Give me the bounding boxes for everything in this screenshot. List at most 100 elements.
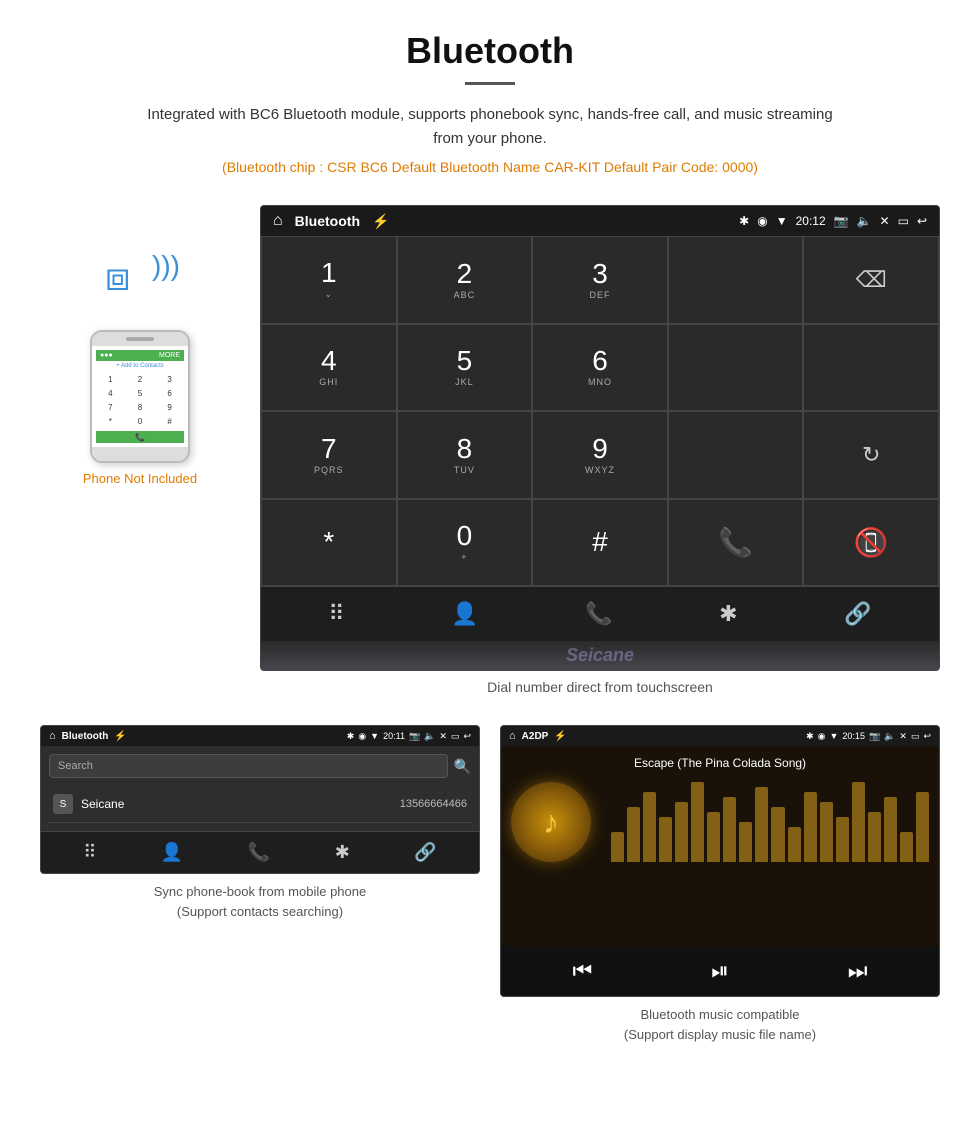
time-display: 20:12 (796, 214, 826, 228)
dial-key-4[interactable]: 4 GHI (261, 324, 397, 412)
contact-row[interactable]: S Seicane 13566664466 (49, 786, 471, 823)
dial-key-8[interactable]: 8 TUV (397, 411, 533, 499)
eq-bar (916, 792, 929, 862)
next-track-icon[interactable]: ⏭ (848, 958, 868, 984)
dial-key-star[interactable]: * (261, 499, 397, 587)
eq-bar (691, 782, 704, 862)
bluetooth-nav-icon[interactable]: ✱ (719, 601, 737, 627)
eq-bar (755, 787, 768, 862)
pb-app-name: Bluetooth (62, 731, 109, 742)
search-input[interactable]: Search (49, 754, 448, 778)
phonebook-status-right: ✱ ◉ ▼ 20:11 📷 🔈 ✕ ▭ ↩ (347, 731, 471, 742)
dial-status-right: ✱ ◉ ▼ 20:12 📷 🔈 ✕ ▭ ↩ (739, 214, 927, 228)
pb-home-icon[interactable]: ⌂ (49, 730, 56, 742)
dial-delete-key[interactable]: ⌫ (803, 236, 939, 324)
pb-signal-icon: ▼ (370, 731, 379, 741)
key-num: 1 (321, 259, 337, 287)
eq-bar (627, 807, 640, 862)
eq-bar (675, 802, 688, 862)
phone-num-2: 2 (126, 373, 155, 386)
signal-icon: ▼ (776, 214, 788, 228)
play-pause-icon[interactable]: ⏯ (711, 958, 729, 984)
music-disc: ♪ (511, 782, 591, 862)
contacts-nav-icon[interactable]: 👤 (451, 601, 478, 627)
dial-key-hash[interactable]: # (532, 499, 668, 587)
search-icon[interactable]: 🔍 (454, 758, 471, 775)
key-num: 5 (457, 347, 473, 375)
eq-bar (804, 792, 817, 862)
eq-bar (884, 797, 897, 862)
key-num: 2 (457, 260, 473, 288)
music-screen: ⌂ A2DP ⚡ ✱ ◉ ▼ 20:15 📷 🔈 ✕ ▭ ↩ Escape ( (500, 725, 940, 997)
music-caption: Bluetooth music compatible(Support displ… (500, 1005, 940, 1044)
dial-key-9[interactable]: 9 WXYZ (532, 411, 668, 499)
dial-caption: Dial number direct from touchscreen (260, 679, 940, 695)
music-close-icon[interactable]: ✕ (899, 731, 907, 742)
key-num: # (592, 528, 608, 556)
pb-vol-icon: 🔈 (424, 731, 435, 742)
pb-bt-nav-icon[interactable]: ✱ (335, 842, 350, 863)
music-home-icon[interactable]: ⌂ (509, 730, 516, 742)
music-back-icon[interactable]: ↩ (923, 731, 931, 742)
call-red-icon: 📵 (854, 526, 889, 559)
prev-track-icon[interactable]: ⏮ (572, 958, 592, 984)
dial-key-0[interactable]: 0 + (397, 499, 533, 587)
phone-num-0: 0 (126, 415, 155, 428)
music-note-icon: ♪ (543, 804, 559, 841)
dial-grid: 1 ⌄ 2 ABC 3 DEF ⌫ 4 (261, 236, 939, 586)
phone-bottom-bar (92, 447, 188, 461)
phone-nav-icon[interactable]: 📞 (585, 601, 612, 627)
phone-num-hash: # (155, 415, 184, 428)
page-title-section: Bluetooth Integrated with BC6 Bluetooth … (0, 0, 980, 205)
pb-link-icon[interactable]: 🔗 (414, 842, 436, 863)
phone-call-icon: 📞 (135, 433, 145, 442)
dial-key-5[interactable]: 5 JKL (397, 324, 533, 412)
bottom-screenshots: ⌂ Bluetooth ⚡ ✱ ◉ ▼ 20:11 📷 🔈 ✕ ▭ ↩ (0, 725, 980, 1044)
music-win-icon[interactable]: ▭ (911, 731, 920, 742)
numpad-nav-icon[interactable]: ⠿ (328, 601, 344, 627)
page-title: Bluetooth (20, 30, 960, 72)
close-icon[interactable]: ✕ (880, 214, 890, 228)
phone-aside: ⧈ ))) ●●● MORE + Add to Contacts 1 2 3 4… (40, 205, 240, 486)
dial-redial-key[interactable]: ↻ (803, 411, 939, 499)
phonebook-content: Search 🔍 S Seicane 13566664466 (41, 746, 479, 831)
pb-close-icon[interactable]: ✕ (439, 731, 447, 742)
volume-icon: 🔈 (857, 214, 872, 228)
phone-num-5: 5 (126, 387, 155, 400)
dial-key-6[interactable]: 6 MNO (532, 324, 668, 412)
key-num: * (323, 528, 334, 556)
pb-numpad-icon[interactable]: ⠿ (83, 842, 96, 863)
pb-phone-icon[interactable]: 📞 (248, 842, 270, 863)
dial-app-name: Bluetooth (295, 213, 360, 229)
pb-contacts-icon[interactable]: 👤 (161, 842, 183, 863)
call-green-icon: 📞 (718, 526, 753, 559)
dial-key-7[interactable]: 7 PQRS (261, 411, 397, 499)
music-song-title: Escape (The Pina Colada Song) (511, 756, 929, 770)
home-icon[interactable]: ⌂ (273, 212, 283, 230)
pb-back-icon[interactable]: ↩ (463, 731, 471, 742)
music-status-bar: ⌂ A2DP ⚡ ✱ ◉ ▼ 20:15 📷 🔈 ✕ ▭ ↩ (501, 726, 939, 746)
phonebook-status-left: ⌂ Bluetooth ⚡ (49, 730, 127, 742)
music-status-right: ✱ ◉ ▼ 20:15 📷 🔈 ✕ ▭ ↩ (806, 731, 931, 742)
pb-win-icon[interactable]: ▭ (451, 731, 460, 742)
phone-num-6: 6 (155, 387, 184, 400)
dial-key-2[interactable]: 2 ABC (397, 236, 533, 324)
phone-add-contact: + Add to Contacts (96, 363, 184, 369)
phone-green-bar: ●●● MORE (96, 350, 184, 361)
dial-call-red[interactable]: 📵 (803, 499, 939, 587)
phonebook-caption: Sync phone-book from mobile phone(Suppor… (40, 882, 480, 921)
back-icon[interactable]: ↩ (917, 214, 927, 228)
phone-screen: ●●● MORE + Add to Contacts 1 2 3 4 5 6 7… (92, 346, 188, 447)
link-nav-icon[interactable]: 🔗 (844, 601, 871, 627)
key-sub: WXYZ (585, 465, 615, 475)
dial-call-green[interactable]: 📞 (668, 499, 804, 587)
eq-bar (868, 812, 881, 862)
eq-bar (643, 792, 656, 862)
music-center: ♪ (511, 782, 929, 862)
dial-key-3[interactable]: 3 DEF (532, 236, 668, 324)
phone-num-3: 3 (155, 373, 184, 386)
dial-key-1[interactable]: 1 ⌄ (261, 236, 397, 324)
window-icon[interactable]: ▭ (898, 214, 909, 228)
pb-cam-icon: 📷 (409, 731, 420, 742)
signal-waves-icon: ))) (152, 250, 180, 282)
